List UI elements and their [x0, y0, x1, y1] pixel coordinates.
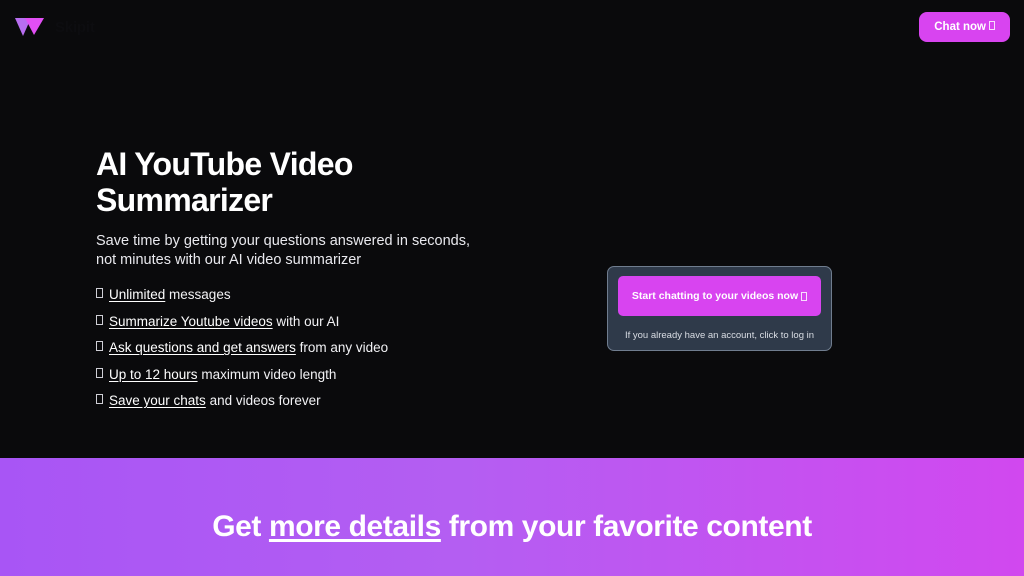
feature-rest: maximum video length	[201, 366, 337, 382]
missing-glyph-box-icon	[989, 20, 995, 30]
missing-glyph-box-icon	[96, 288, 103, 299]
chat-now-label: Chat now	[934, 20, 986, 33]
brand-logo[interactable]: Skipit	[14, 16, 95, 38]
banner-text-after: from your favorite content	[440, 510, 812, 543]
feature-highlight: Ask questions and get answers	[109, 340, 296, 356]
feature-rest: from any video	[299, 340, 389, 356]
banner-heading: Get more details from your favorite cont…	[212, 512, 812, 542]
list-item: Save your chats and videos forever	[96, 394, 566, 408]
login-link[interactable]: If you already have an account, click to…	[625, 330, 814, 343]
banner-text-underlined: more details	[268, 510, 441, 543]
brand-name: Skipit	[55, 18, 95, 36]
missing-glyph-box-icon	[96, 341, 103, 352]
feature-list: Unlimited messages Summarize Youtube vid…	[96, 288, 566, 408]
feature-rest: with our AI	[276, 313, 340, 329]
start-chatting-label: Start chatting to your videos now	[631, 289, 799, 302]
banner-text-before: Get	[212, 510, 269, 543]
missing-glyph-box-icon	[96, 314, 103, 325]
page-title: AI YouTube Video Summarizer	[96, 146, 353, 219]
feature-rest: and videos forever	[209, 393, 321, 409]
feature-highlight: Unlimited	[109, 287, 166, 303]
feature-rest: messages	[169, 287, 231, 303]
hero-subtitle: Save time by getting your questions answ…	[96, 232, 470, 269]
chat-now-button[interactable]: Chat now	[919, 11, 1010, 43]
feature-highlight: Summarize Youtube videos	[109, 313, 273, 329]
navbar: Skipit Chat now	[0, 0, 1024, 54]
landing-page: Skipit Chat now AI YouTube Video Summari…	[0, 0, 1024, 576]
feature-highlight: Up to 12 hours	[109, 366, 198, 382]
double-triangle-logo-icon	[15, 18, 44, 36]
gradient-banner: Get more details from your favorite cont…	[0, 458, 1024, 576]
missing-glyph-box-icon	[801, 291, 808, 301]
missing-glyph-box-icon	[96, 394, 103, 405]
hero-section: AI YouTube Video Summarizer Save time by…	[0, 54, 1024, 458]
hero-content: AI YouTube Video Summarizer Save time by…	[96, 146, 566, 408]
list-item: Summarize Youtube videos with our AI	[96, 313, 566, 329]
list-item: Ask questions and get answers from any v…	[96, 341, 566, 355]
missing-glyph-box-icon	[96, 367, 103, 378]
list-item: Unlimited messages	[96, 288, 566, 302]
start-chatting-button[interactable]: Start chatting to your videos now	[618, 276, 821, 316]
feature-highlight: Save your chats	[109, 393, 206, 409]
signup-cta-card: Start chatting to your videos now If you…	[607, 266, 832, 351]
list-item: Up to 12 hours maximum video length	[96, 366, 566, 382]
